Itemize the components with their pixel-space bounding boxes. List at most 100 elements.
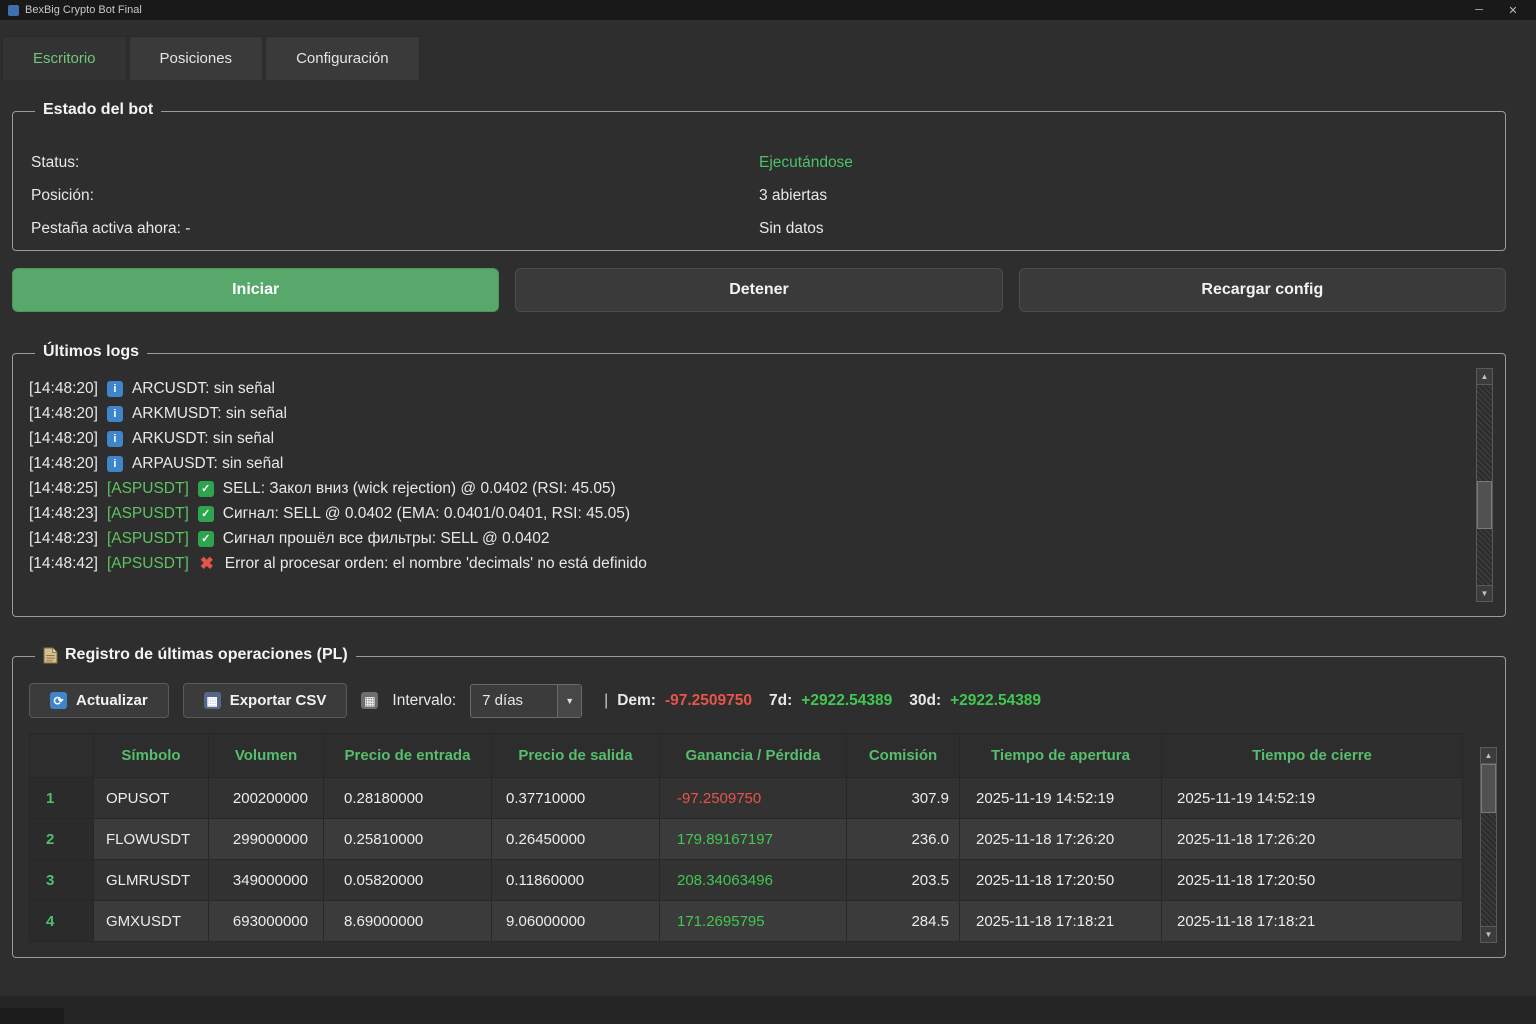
- cell-simbolo: FLOWUSDT: [94, 819, 209, 860]
- logs-scrollbar-thumb[interactable]: [1477, 481, 1492, 529]
- info-icon: i: [107, 406, 123, 422]
- log-text: Сигнал: SELL @ 0.0402 (EMA: 0.0401/0.040…: [223, 505, 630, 523]
- cell-apertura: 2025-11-18 17:18:21: [960, 901, 1162, 942]
- column-header[interactable]: Precio de salida: [492, 734, 660, 778]
- ultimos-logs-panel: Últimos logs [14:48:20] i ARCUSDT: sin s…: [12, 353, 1506, 617]
- log-time: [14:48:23]: [29, 530, 98, 548]
- status-label: Status:: [31, 154, 759, 172]
- close-button[interactable]: ✕: [1496, 4, 1530, 17]
- operaciones-table: SímboloVolumenPrecio de entradaPrecio de…: [29, 733, 1463, 942]
- log-time: [14:48:20]: [29, 380, 98, 398]
- iniciar-button[interactable]: Iniciar: [12, 268, 499, 312]
- minimize-button[interactable]: ─: [1462, 4, 1496, 16]
- status-value: Ejecutándose: [759, 154, 1487, 172]
- cell-ganancia: 171.2695795: [660, 901, 847, 942]
- log-line: [14:48:20] i ARKUSDT: sin señal: [29, 426, 1449, 451]
- log-line: [14:48:23] [ASPUSDT] ✓ Сигнал прошёл все…: [29, 526, 1449, 551]
- scroll-down-icon[interactable]: ▼: [1476, 585, 1493, 602]
- table-scrollbar-thumb[interactable]: [1481, 764, 1496, 813]
- log-text: Сигнал прошёл все фильтры: SELL @ 0.0402: [223, 530, 550, 548]
- tab-configuracion[interactable]: Configuración: [265, 36, 420, 80]
- cell-cierre: 2025-11-18 17:26:20: [1162, 819, 1463, 860]
- footer-corner: [0, 1008, 64, 1024]
- column-header[interactable]: Símbolo: [94, 734, 209, 778]
- log-text: ARPAUSDT: sin señal: [132, 455, 283, 473]
- table-row[interactable]: 3GLMRUSDT3490000000.058200000.11860000 20…: [30, 860, 1463, 901]
- log-line: [14:48:20] i ARPAUSDT: sin señal: [29, 451, 1449, 476]
- registro-toolbar: ⟳ Actualizar ▦ Exportar CSV ▦ Intervalo:…: [29, 683, 1489, 718]
- info-icon: i: [107, 381, 123, 397]
- dem-label: Dem:: [617, 692, 656, 710]
- document-icon: [43, 647, 58, 664]
- registro-operaciones-panel: Registro de últimas operaciones (PL) ⟳ A…: [12, 656, 1506, 958]
- cell-num: 4: [30, 901, 94, 942]
- cell-cierre: 2025-11-19 14:52:19: [1162, 778, 1463, 819]
- actualizar-button[interactable]: ⟳ Actualizar: [29, 683, 169, 718]
- table-row[interactable]: 4GMXUSDT6930000008.690000009.06000000171…: [30, 901, 1463, 942]
- log-time: [14:48:25]: [29, 480, 98, 498]
- detener-button[interactable]: Detener: [515, 268, 1002, 312]
- column-header[interactable]: Comisión: [847, 734, 960, 778]
- cell-ganancia: 179.89167197: [660, 819, 847, 860]
- cell-simbolo: GLMRUSDT: [94, 860, 209, 901]
- intervalo-label: Intervalo:: [392, 692, 456, 710]
- actualizar-label: Actualizar: [76, 692, 148, 709]
- column-header[interactable]: Volumen: [209, 734, 324, 778]
- calendar-icon: ▦: [361, 692, 378, 709]
- pestana-row: Pestaña activa ahora: - Sin datos: [31, 212, 1487, 245]
- cell-entrada: 0.05820000: [324, 860, 492, 901]
- column-header[interactable]: Tiempo de cierre: [1162, 734, 1463, 778]
- estado-title: Estado del bot: [35, 101, 161, 119]
- scroll-up-icon[interactable]: ▲: [1476, 368, 1493, 385]
- cell-apertura: 2025-11-19 14:52:19: [960, 778, 1162, 819]
- cell-salida: 0.11860000: [492, 860, 660, 901]
- tab-bar: Escritorio Posiciones Configuración: [0, 20, 1536, 80]
- scroll-down-icon[interactable]: ▼: [1480, 926, 1497, 943]
- log-text: ARKUSDT: sin señal: [132, 430, 274, 448]
- cell-volumen: 349000000: [209, 860, 324, 901]
- table-row[interactable]: 2FLOWUSDT2990000000.258100000.2645000017…: [30, 819, 1463, 860]
- log-line: [14:48:42] [APSUSDT] ✖ Error al procesar…: [29, 551, 1449, 576]
- cell-num: 3: [30, 860, 94, 901]
- log-line: [14:48:20] i ARKMUSDT: sin señal: [29, 401, 1449, 426]
- log-time: [14:48:20]: [29, 430, 98, 448]
- cell-salida: 9.06000000: [492, 901, 660, 942]
- logs-scrollbar[interactable]: ▲ ▼: [1476, 368, 1493, 602]
- table-row[interactable]: 1OPUSOT2002000000.281800000.37710000-97.…: [30, 778, 1463, 819]
- table-scrollbar-track[interactable]: [1480, 764, 1497, 926]
- log-line: [14:48:20] i ARCUSDT: sin señal: [29, 376, 1449, 401]
- column-header[interactable]: Precio de entrada: [324, 734, 492, 778]
- recargar-config-button[interactable]: Recargar config: [1019, 268, 1506, 312]
- cell-simbolo: OPUSOT: [94, 778, 209, 819]
- column-header[interactable]: Tiempo de apertura: [960, 734, 1162, 778]
- cell-comision: 307.9: [847, 778, 960, 819]
- check-icon: ✓: [198, 481, 214, 497]
- d7-label: 7d:: [769, 692, 792, 710]
- log-line: [14:48:25] [ASPUSDT] ✓ SELL: Закол вниз …: [29, 476, 1449, 501]
- scroll-up-icon[interactable]: ▲: [1480, 747, 1497, 764]
- pl-summary: | Dem: -97.2509750 7d: +2922.54389 30d: …: [604, 692, 1049, 710]
- table-scrollbar[interactable]: ▲ ▼: [1480, 747, 1497, 943]
- window-footer: [0, 996, 1536, 1024]
- intervalo-select[interactable]: 7 días ▼: [470, 684, 582, 718]
- log-tag: [ASPUSDT]: [107, 480, 189, 498]
- chevron-down-icon[interactable]: ▼: [557, 685, 581, 717]
- log-time: [14:48:20]: [29, 405, 98, 423]
- cell-simbolo: GMXUSDT: [94, 901, 209, 942]
- exportar-csv-button[interactable]: ▦ Exportar CSV: [183, 683, 348, 718]
- tab-posiciones[interactable]: Posiciones: [129, 36, 264, 80]
- cross-icon: ✖: [198, 556, 216, 572]
- tab-escritorio[interactable]: Escritorio: [2, 36, 127, 80]
- d30-value: +2922.54389: [950, 692, 1041, 710]
- logs-scrollbar-track[interactable]: [1476, 385, 1493, 585]
- log-time: [14:48:23]: [29, 505, 98, 523]
- column-header[interactable]: Ganancia / Pérdida: [660, 734, 847, 778]
- cell-cierre: 2025-11-18 17:20:50: [1162, 860, 1463, 901]
- title-bar: BexBig Crypto Bot Final ─ ✕: [0, 0, 1536, 20]
- cell-entrada: 0.25810000: [324, 819, 492, 860]
- log-text: ARKMUSDT: sin señal: [132, 405, 287, 423]
- cell-salida: 0.37710000: [492, 778, 660, 819]
- cell-entrada: 8.69000000: [324, 901, 492, 942]
- cell-num: 2: [30, 819, 94, 860]
- window-title: BexBig Crypto Bot Final: [25, 4, 142, 16]
